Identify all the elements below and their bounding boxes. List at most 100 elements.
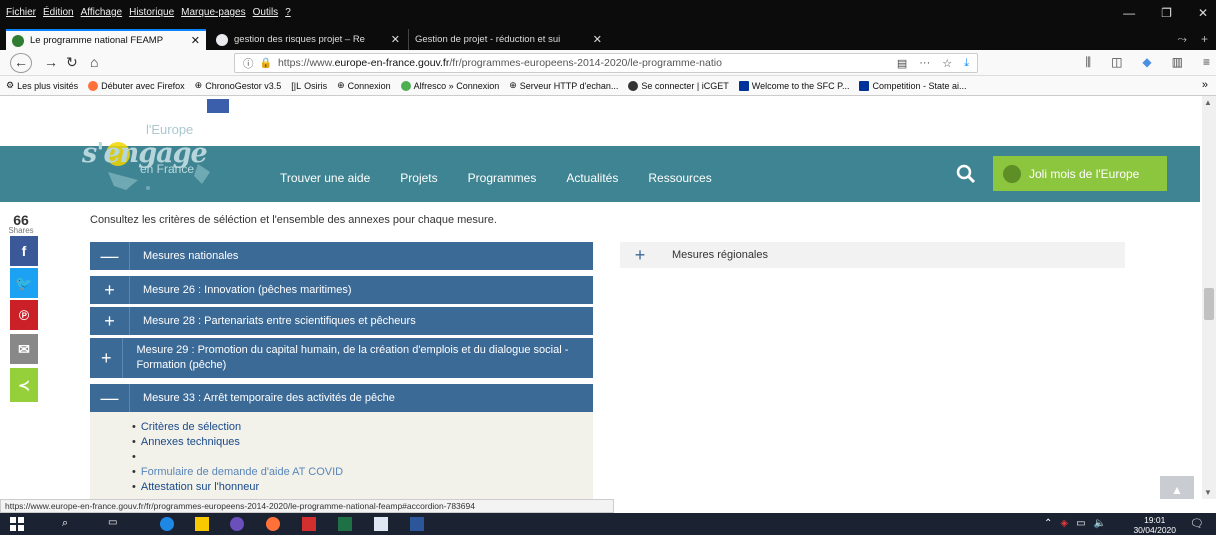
- share-count: 66 Shares: [6, 212, 36, 235]
- chevron-up-icon[interactable]: ⌃: [1044, 518, 1052, 529]
- nav-projets[interactable]: Projets: [400, 171, 437, 185]
- reload-icon[interactable]: ↻: [66, 54, 78, 71]
- accordion-mesure-28[interactable]: + Mesure 28 : Partenariats entre scienti…: [90, 307, 593, 335]
- scroll-down-icon[interactable]: ▼: [1204, 488, 1212, 497]
- page-actions-icon[interactable]: ···: [919, 57, 930, 70]
- word-icon[interactable]: [410, 517, 424, 531]
- bookmark-serveur-http[interactable]: ⊕ Serveur HTTP d'echan...: [509, 80, 618, 91]
- extension-icon[interactable]: ◆: [1142, 55, 1151, 70]
- accordion-label: Mesure 28 : Partenariats entre scientifi…: [143, 314, 416, 327]
- edge-icon[interactable]: [160, 517, 174, 531]
- menu-edition[interactable]: Édition: [43, 7, 74, 18]
- menu-fichier[interactable]: Fichier: [6, 7, 36, 18]
- link-attestation-honneur[interactable]: Attestation sur l'honneur: [132, 480, 593, 495]
- back-arrow-icon[interactable]: ←: [10, 53, 32, 73]
- notification-icon[interactable]: 🗨: [1190, 517, 1204, 531]
- sidebar-icon[interactable]: ◫: [1111, 55, 1122, 70]
- twitter-share-button[interactable]: 🐦: [10, 268, 38, 298]
- bookmark-sfc[interactable]: Welcome to the SFC P...: [738, 80, 849, 91]
- scrollbar-thumb[interactable]: [1204, 288, 1214, 320]
- volume-muted-icon[interactable]: 🔈: [1094, 518, 1106, 529]
- windows-start-icon[interactable]: [10, 517, 24, 531]
- bookmark-alfresco[interactable]: Alfresco » Connexion: [400, 80, 499, 91]
- eu-icon: [859, 80, 870, 91]
- restore-icon[interactable]: ❐: [1161, 6, 1172, 20]
- web-page: l'Europe s'engage en France Trouver une …: [0, 96, 1216, 499]
- nav-ressources[interactable]: Ressources: [648, 171, 711, 185]
- share-icon: ≺: [18, 376, 30, 393]
- reader-view-icon[interactable]: ▤: [897, 57, 907, 70]
- mail-icon: ✉: [18, 340, 30, 357]
- url-bar[interactable]: ⓘ 🔒 https://www.europe-en-france.gouv.fr…: [234, 53, 978, 73]
- firefox-icon[interactable]: [266, 517, 280, 531]
- nav-actualites[interactable]: Actualités: [566, 171, 618, 185]
- joli-mois-button[interactable]: Joli mois de l'Europe: [993, 156, 1167, 191]
- menu-help[interactable]: ?: [285, 7, 291, 18]
- close-tab-icon[interactable]: ✕: [191, 34, 200, 47]
- tab-feamp[interactable]: Le programme national FEAMP ✕: [6, 29, 206, 50]
- accordion-mesure-33[interactable]: — Mesure 33 : Arrêt temporaire des activ…: [90, 384, 593, 412]
- nav-trouver-aide[interactable]: Trouver une aide: [280, 171, 370, 185]
- forward-arrow-icon[interactable]: →: [44, 54, 58, 70]
- link-criteres-selection[interactable]: Critères de sélection: [132, 420, 593, 435]
- accordion-mesure-26[interactable]: + Mesure 26 : Innovation (pêches maritim…: [90, 276, 593, 304]
- home-icon[interactable]: ⌂: [90, 54, 98, 70]
- search-icon[interactable]: ⌕: [62, 517, 76, 531]
- accordion-mesures-nationales[interactable]: — Mesures nationales: [90, 242, 593, 270]
- download-icon[interactable]: ⤓: [964, 57, 969, 70]
- library-icon[interactable]: ⫼: [1086, 55, 1092, 70]
- facebook-icon: f: [21, 243, 27, 259]
- sharethis-button[interactable]: ≺: [10, 368, 38, 402]
- notepad-icon[interactable]: [374, 517, 388, 531]
- link-annexes-techniques[interactable]: Annexes techniques: [132, 435, 593, 450]
- scroll-up-icon[interactable]: ▲: [1204, 98, 1212, 107]
- task-view-icon[interactable]: ▭: [108, 517, 122, 531]
- close-tab-icon[interactable]: ✕: [391, 33, 400, 46]
- clock[interactable]: 19:01 30/04/2020: [1133, 515, 1176, 535]
- bookmarks-overflow-icon[interactable]: »: [1202, 79, 1208, 91]
- facebook-share-button[interactable]: f: [10, 236, 38, 266]
- nav-programmes[interactable]: Programmes: [468, 171, 537, 185]
- search-icon[interactable]: [956, 164, 976, 184]
- minimize-icon[interactable]: —: [1123, 6, 1135, 20]
- bookmark-getting-started[interactable]: Débuter avec Firefox: [88, 80, 185, 91]
- file-explorer-icon[interactable]: [195, 517, 209, 531]
- hamburger-menu-icon[interactable]: ≡: [1203, 55, 1210, 70]
- acrobat-icon[interactable]: [302, 517, 316, 531]
- site-logo[interactable]: l'Europe s'engage en France: [78, 102, 228, 194]
- info-icon[interactable]: ⓘ: [243, 56, 254, 71]
- star-icon[interactable]: ☆: [942, 57, 952, 70]
- bookmark-osiris[interactable]: [|L Osiris: [291, 81, 327, 91]
- bookmark-chronogestor[interactable]: ⊕ ChronoGestor v3.5: [195, 80, 282, 91]
- osiris-icon: [|L: [291, 80, 302, 91]
- pinterest-share-button[interactable]: ℗: [10, 300, 38, 330]
- close-tab-icon[interactable]: ✕: [593, 33, 602, 46]
- antivirus-icon[interactable]: ◈: [1060, 518, 1068, 529]
- email-share-button[interactable]: ✉: [10, 334, 38, 364]
- menu-list: Fichier Édition Affichage Historique Mar…: [6, 7, 291, 18]
- barcode-icon[interactable]: ▥: [1172, 55, 1183, 70]
- bookmark-most-visited[interactable]: ⚙ Les plus visités: [6, 80, 78, 91]
- app-icon[interactable]: [230, 517, 244, 531]
- back-to-top-button[interactable]: ▲: [1160, 476, 1194, 499]
- menu-historique[interactable]: Historique: [129, 7, 174, 18]
- accordion-mesures-regionales[interactable]: + Mesures régionales: [620, 242, 1125, 268]
- alfresco-icon: [400, 80, 411, 91]
- accordion-mesure-29[interactable]: + Mesure 29 : Promotion du capital humai…: [90, 338, 593, 378]
- bookmark-icget[interactable]: Se connecter | iCGET: [628, 80, 729, 91]
- menu-outils[interactable]: Outils: [253, 7, 279, 18]
- menu-affichage[interactable]: Affichage: [81, 7, 123, 18]
- sync-icon[interactable]: ⤳: [1177, 32, 1187, 47]
- menu-marque-pages[interactable]: Marque-pages: [181, 7, 245, 18]
- excel-icon[interactable]: [338, 517, 352, 531]
- bookmark-competition[interactable]: Competition - State ai...: [859, 80, 967, 91]
- main-nav: Trouver une aide Projets Programmes Actu…: [280, 171, 712, 185]
- new-tab-icon[interactable]: +: [1201, 32, 1208, 47]
- close-icon[interactable]: ✕: [1198, 6, 1208, 20]
- link-formulaire-covid[interactable]: Formulaire de demande d'aide AT COVID: [132, 465, 593, 480]
- bookmark-connexion[interactable]: ⊕ Connexion: [337, 80, 391, 91]
- tab-gestion-projet[interactable]: Gestion de projet - réduction et sui ✕: [408, 29, 608, 50]
- battery-icon[interactable]: ▭: [1076, 518, 1085, 529]
- tab-gestion-risques[interactable]: gestion des risques projet – Re ✕: [210, 29, 406, 50]
- url-text: https://www.europe-en-france.gouv.fr/fr/…: [277, 57, 722, 69]
